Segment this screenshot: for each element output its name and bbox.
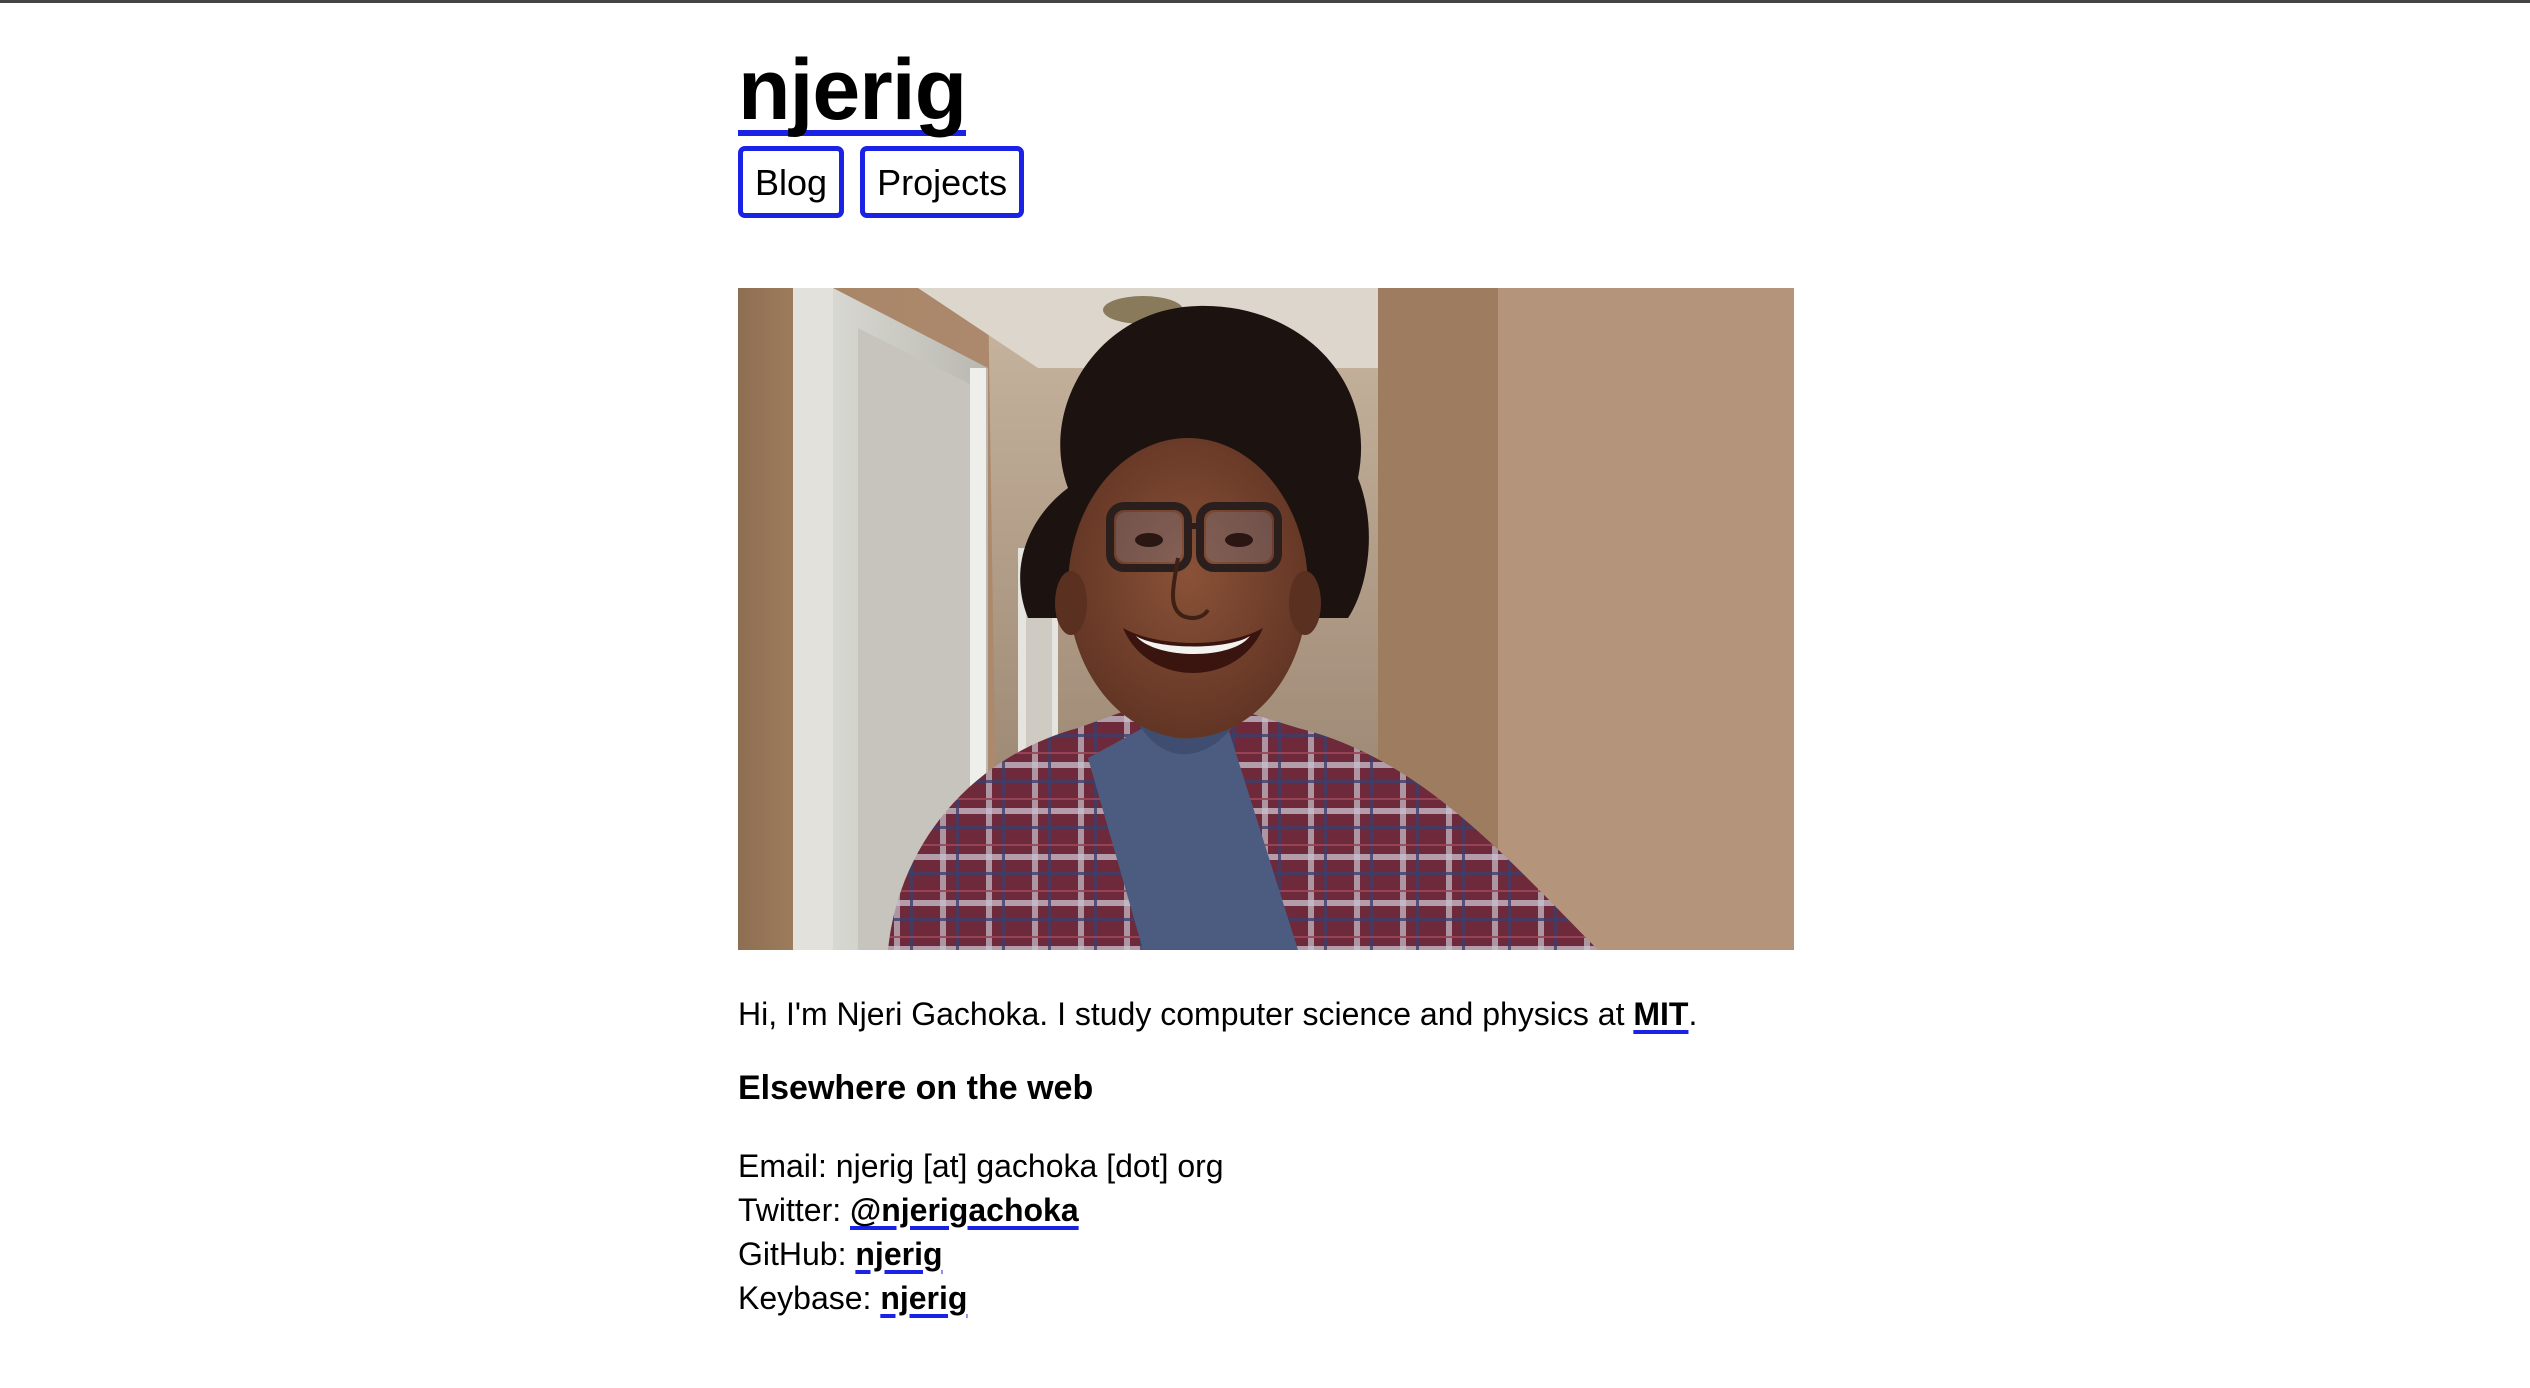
- keybase-label: Keybase:: [738, 1280, 881, 1316]
- keybase-row: Keybase: njerig: [738, 1276, 1224, 1320]
- twitter-link[interactable]: @njerigachoka: [850, 1192, 1079, 1228]
- nav-blog-button[interactable]: Blog: [738, 146, 845, 218]
- nav-projects-button[interactable]: Projects: [860, 146, 1025, 218]
- contact-list: Email: njerig [at] gachoka [dot] org Twi…: [738, 1144, 1224, 1320]
- email-label: Email:: [738, 1148, 836, 1184]
- top-border: [0, 0, 2530, 3]
- intro-text: Hi, I'm Njeri Gachoka. I study computer …: [738, 996, 1634, 1032]
- github-row: GitHub: njerig: [738, 1232, 1224, 1276]
- main-nav: Blog Projects: [738, 146, 1025, 218]
- site-title-link[interactable]: njerig: [738, 42, 967, 138]
- email-value: njerig [at] gachoka [dot] org: [835, 1148, 1224, 1184]
- site-title: njerig: [738, 40, 967, 140]
- intro-period: .: [1688, 996, 1698, 1032]
- twitter-row: Twitter: @njerigachoka: [738, 1188, 1224, 1232]
- email-row: Email: njerig [at] gachoka [dot] org: [738, 1144, 1224, 1188]
- keybase-link[interactable]: njerig: [880, 1280, 967, 1316]
- twitter-label: Twitter:: [738, 1192, 851, 1228]
- elsewhere-heading: Elsewhere on the web: [738, 1069, 1094, 1107]
- github-label: GitHub:: [738, 1236, 856, 1272]
- profile-photo: [738, 288, 1794, 950]
- mit-link[interactable]: MIT: [1633, 996, 1688, 1032]
- github-link[interactable]: njerig: [855, 1236, 942, 1272]
- intro-paragraph: Hi, I'm Njeri Gachoka. I study computer …: [738, 992, 1697, 1036]
